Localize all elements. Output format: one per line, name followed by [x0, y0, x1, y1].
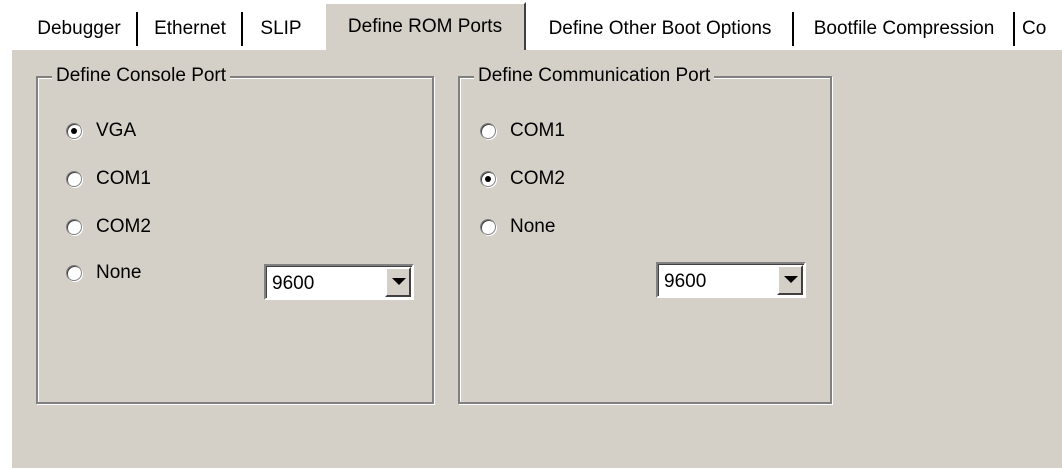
tab-separator — [792, 12, 794, 46]
chevron-down-icon — [392, 278, 406, 285]
tab-label: Debugger — [37, 18, 121, 39]
radio-selected-dot — [71, 128, 77, 134]
radio-label: None — [510, 216, 556, 237]
tab-slip[interactable]: SLIP — [248, 10, 314, 48]
radio-button-icon — [66, 171, 82, 187]
console-radio-com1[interactable]: COM1 — [66, 168, 151, 190]
console-radio-vga[interactable]: VGA — [66, 120, 136, 142]
comm-baud-value: 9600 — [664, 271, 707, 292]
tab-label: SLIP — [260, 18, 302, 39]
tab-debugger[interactable]: Debugger — [24, 10, 134, 48]
chevron-down-icon — [784, 276, 798, 283]
tab-ethernet[interactable]: Ethernet — [142, 10, 238, 48]
radio-label: COM2 — [510, 168, 565, 189]
comm-radio-none[interactable]: None — [480, 216, 555, 238]
radio-button-icon — [480, 171, 496, 187]
console-baud-value: 9600 — [272, 273, 315, 294]
radio-selected-dot — [485, 176, 491, 182]
radio-label: None — [96, 262, 142, 283]
tab-bootfile-compression[interactable]: Bootfile Compression — [798, 10, 1010, 48]
tab-label: Ethernet — [154, 18, 226, 39]
communication-port-group: Define Communication Port COM1 COM2 None… — [458, 64, 832, 404]
console-port-group-title: Define Console Port — [52, 64, 231, 88]
radio-button-icon — [66, 123, 82, 139]
console-baud-select[interactable]: 9600 — [264, 264, 414, 300]
radio-label: COM2 — [96, 216, 151, 237]
tab-separator — [136, 12, 138, 46]
console-radio-com2[interactable]: COM2 — [66, 216, 151, 238]
console-port-group: Define Console Port VGA COM1 COM2 None 9… — [36, 64, 434, 404]
tab-define-rom-ports[interactable]: Define ROM Ports — [324, 2, 526, 50]
tab-separator — [241, 12, 243, 46]
comm-radio-com1[interactable]: COM1 — [480, 120, 565, 142]
tab-strip: Debugger Ethernet SLIP Define ROM Ports … — [0, 0, 1062, 52]
tab-panel: Define Console Port VGA COM1 COM2 None 9… — [10, 48, 1062, 468]
tab-overflow-partial[interactable]: Co — [1018, 10, 1062, 48]
comm-baud-select[interactable]: 9600 — [656, 262, 806, 298]
radio-label: COM1 — [510, 120, 565, 141]
radio-button-icon — [66, 219, 82, 235]
tab-label: Define ROM Ports — [347, 16, 503, 37]
tab-label: Define Other Boot Options — [548, 18, 772, 39]
tab-label: Co — [1022, 18, 1047, 39]
dropdown-button[interactable] — [385, 267, 411, 297]
tab-define-other-boot-options[interactable]: Define Other Boot Options — [530, 10, 790, 48]
communication-port-group-title: Define Communication Port — [474, 64, 715, 88]
dropdown-button[interactable] — [777, 265, 803, 295]
console-radio-none[interactable]: None — [66, 262, 141, 284]
radio-button-icon — [66, 265, 82, 281]
tab-separator — [1013, 12, 1015, 46]
tab-label: Bootfile Compression — [813, 18, 995, 39]
radio-label: COM1 — [96, 168, 151, 189]
radio-button-icon — [480, 123, 496, 139]
comm-radio-com2[interactable]: COM2 — [480, 168, 565, 190]
radio-button-icon — [480, 219, 496, 235]
radio-label: VGA — [96, 120, 137, 141]
